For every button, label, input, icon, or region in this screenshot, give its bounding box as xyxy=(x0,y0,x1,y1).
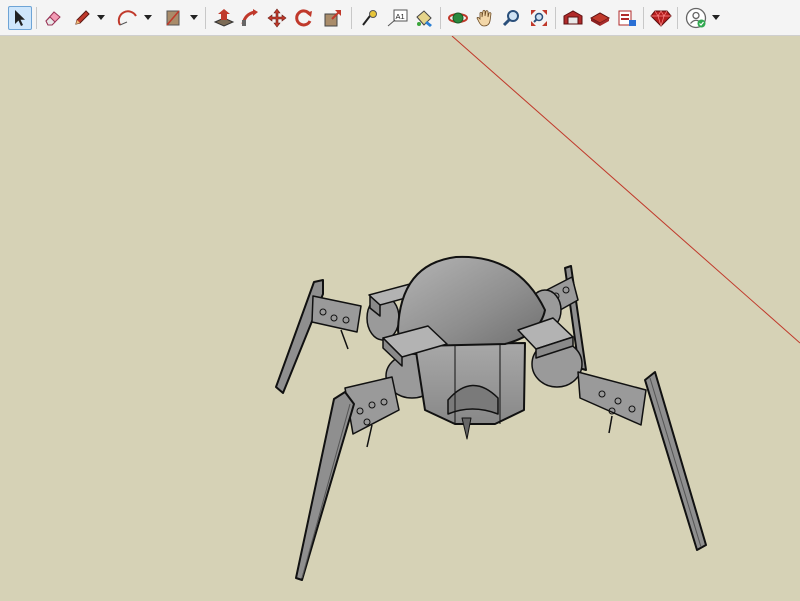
zoom-extents-icon xyxy=(531,10,547,26)
model-canvas[interactable] xyxy=(0,36,800,601)
toolbar-separator xyxy=(643,7,644,29)
move-tool-button[interactable] xyxy=(265,6,289,30)
zoom-extents-tool-button[interactable] xyxy=(527,6,551,30)
chevron-down-icon xyxy=(712,15,720,20)
toolbar-separator xyxy=(351,7,352,29)
pan-tool-button[interactable] xyxy=(473,6,497,30)
chevron-down-icon xyxy=(190,15,198,20)
account-button[interactable] xyxy=(684,6,708,30)
pencil-dropdown-arrow[interactable] xyxy=(96,12,106,24)
select-tool-button[interactable] xyxy=(8,6,32,30)
3d-viewport[interactable] xyxy=(0,36,800,601)
share-model-icon xyxy=(589,12,611,26)
rotate-tool-button[interactable] xyxy=(292,6,316,30)
tape-measure-tool-button[interactable] xyxy=(357,6,381,30)
scale-tool-button[interactable] xyxy=(321,6,345,30)
paint-bucket-tool-button[interactable] xyxy=(412,6,436,30)
toolbar-separator xyxy=(555,7,556,29)
rectangle-icon xyxy=(166,10,180,26)
warehouse-icon xyxy=(563,10,583,25)
account-icon xyxy=(685,7,707,29)
toolbar-separator xyxy=(205,7,206,29)
eraser-icon xyxy=(45,11,61,26)
main-toolbar: A1 xyxy=(0,0,800,36)
pencil-tool-button[interactable] xyxy=(70,6,94,30)
ruby-gem-icon xyxy=(650,10,672,27)
paint-bucket-icon xyxy=(416,10,432,27)
follow-me-tool-button[interactable] xyxy=(238,6,262,30)
cursor-arrow-icon xyxy=(15,10,25,26)
toolbar-separator xyxy=(677,7,678,29)
rectangle-tool-button[interactable] xyxy=(161,6,185,30)
push-pull-tool-button[interactable] xyxy=(212,6,236,30)
follow-me-icon xyxy=(241,9,258,26)
text-icon: A1 xyxy=(387,9,408,27)
account-dropdown-arrow[interactable] xyxy=(711,12,721,24)
eraser-tool-button[interactable] xyxy=(41,6,65,30)
pencil-icon xyxy=(75,10,90,25)
rotate-icon xyxy=(295,9,312,27)
warehouse-button[interactable] xyxy=(561,6,585,30)
orbit-icon xyxy=(448,12,468,24)
text-tool-button[interactable]: A1 xyxy=(385,6,409,30)
share-model-button[interactable] xyxy=(588,6,612,30)
arc-icon xyxy=(117,10,137,26)
move-icon xyxy=(267,8,287,28)
leg-back-left[interactable] xyxy=(275,279,362,394)
zoom-tool-button[interactable] xyxy=(499,6,523,30)
leg-front-right[interactable] xyxy=(577,371,707,551)
toolbar-separator xyxy=(36,7,37,29)
spider-robot-model[interactable] xyxy=(275,255,707,581)
arc-tool-button[interactable] xyxy=(116,6,140,30)
chevron-down-icon xyxy=(144,15,152,20)
svg-text:A1: A1 xyxy=(396,12,405,21)
chevron-down-icon xyxy=(97,15,105,20)
scale-icon xyxy=(324,10,341,27)
magnifier-icon xyxy=(502,10,519,27)
orbit-tool-button[interactable] xyxy=(446,6,470,30)
toolbar-separator xyxy=(440,7,441,29)
hand-icon xyxy=(476,9,492,27)
tape-measure-icon xyxy=(362,10,377,26)
leg-front-left[interactable] xyxy=(295,376,400,581)
extension-warehouse-button[interactable] xyxy=(615,6,639,30)
push-pull-icon xyxy=(213,9,235,27)
ruby-console-button[interactable] xyxy=(649,6,673,30)
extension-warehouse-icon xyxy=(618,10,636,26)
arc-dropdown-arrow[interactable] xyxy=(143,12,153,24)
rectangle-dropdown-arrow[interactable] xyxy=(189,12,199,24)
